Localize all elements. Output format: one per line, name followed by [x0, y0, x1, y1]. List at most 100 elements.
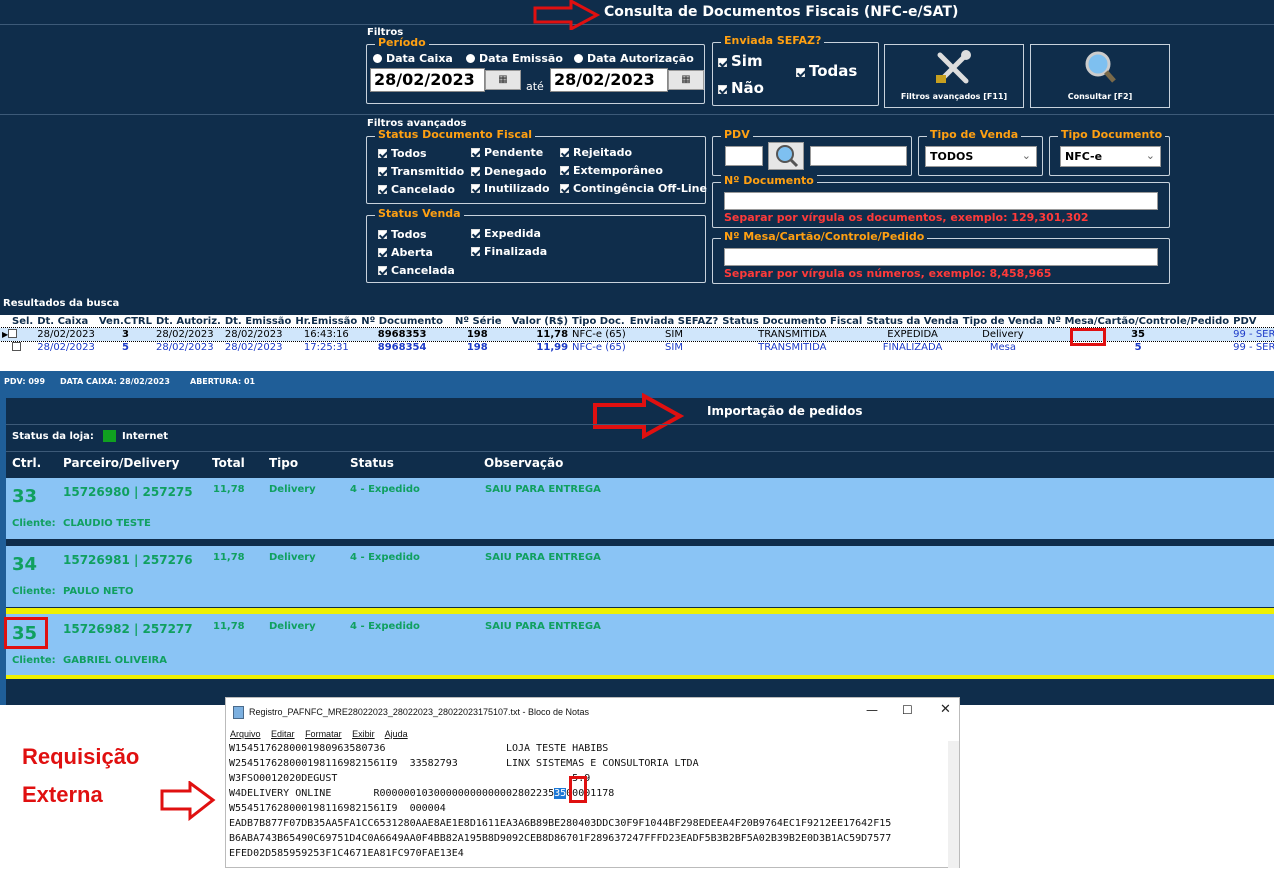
- menu-ajuda[interactable]: Ajuda: [385, 729, 408, 739]
- check-sefaz-sim[interactable]: Sim: [718, 52, 763, 70]
- cell: 28/02/2023: [155, 342, 214, 353]
- advanced-filters-button[interactable]: Filtros avançados [F11]: [884, 44, 1024, 108]
- check-doc-transmitido[interactable]: Transmitido: [378, 165, 464, 178]
- chevron-down-icon: ⌄: [1021, 149, 1031, 162]
- maximize-button[interactable]: ☐: [902, 703, 913, 717]
- cell: 28/02/2023: [37, 329, 95, 340]
- pdv-name-input[interactable]: [810, 146, 907, 166]
- tipo-doc-select[interactable]: NFC-e ⌄: [1060, 146, 1161, 167]
- internet-label: Internet: [122, 431, 169, 442]
- order-card[interactable]: 34 15726981 | 257276 11,78 Delivery 4 - …: [6, 546, 1274, 607]
- col-nr-mesa[interactable]: Nº Mesa/Cartão/Controle/Pedido: [1045, 315, 1231, 328]
- close-icon[interactable]: ✕: [940, 702, 951, 717]
- search-icon: [1085, 51, 1116, 83]
- check-doc-extemporaneo[interactable]: Extemporâneo: [560, 164, 663, 177]
- check-sefaz-nao[interactable]: Não: [718, 79, 764, 97]
- radio-data-autorizacao[interactable]: Data Autorização: [574, 52, 694, 65]
- consult-label: Consultar [F2]: [1067, 92, 1133, 101]
- col-hr-emissao[interactable]: Hr.Emissão: [293, 315, 359, 328]
- calendar-icon[interactable]: ▦: [668, 70, 704, 90]
- date-from-input[interactable]: 28/02/2023: [370, 68, 485, 92]
- client-label: Cliente:: [12, 586, 56, 597]
- tipo-doc-legend: Tipo Documento: [1058, 128, 1166, 141]
- col-dt-caixa[interactable]: Dt. Caixa: [35, 315, 97, 328]
- nr-mesa-input[interactable]: [724, 248, 1158, 266]
- consult-button[interactable]: Consultar [F2]: [1030, 44, 1170, 108]
- row-select[interactable]: [0, 341, 35, 354]
- tipo-venda-select[interactable]: TODOS ⌄: [925, 146, 1037, 167]
- check-doc-inutilizado[interactable]: Inutilizado: [471, 182, 550, 195]
- check-venda-finalizada[interactable]: Finalizada: [471, 245, 547, 258]
- minimize-button[interactable]: —: [866, 703, 878, 717]
- date-to-input[interactable]: 28/02/2023: [550, 68, 668, 92]
- order-card[interactable]: 33 15726980 | 257275 11,78 Delivery 4 - …: [6, 478, 1274, 539]
- col-tipo-venda[interactable]: Tipo de Venda: [961, 315, 1045, 328]
- check-venda-expedida[interactable]: Expedida: [471, 227, 541, 240]
- text-line: EFED02D585959253F1C4671EA81FC970FAE13E4: [229, 848, 464, 859]
- nr-doc-input[interactable]: [724, 192, 1158, 210]
- notepad-title: Registro_PAFNFC_MRE28022023_28022023_280…: [249, 707, 590, 717]
- check-doc-cancelado[interactable]: Cancelado: [378, 183, 455, 196]
- order-card-selected[interactable]: 35 15726982 | 257277 11,78 Delivery 4 - …: [6, 608, 1274, 679]
- radio-data-emissao[interactable]: Data Emissão: [466, 52, 563, 65]
- check-doc-pendente[interactable]: Pendente: [471, 146, 543, 159]
- menu-formatar[interactable]: Formatar: [305, 729, 342, 739]
- ate-label: até: [526, 80, 544, 93]
- table-header-row: Sel. Dt. Caixa Ven.CTRL Dt. Autoriz. Dt.…: [0, 315, 1274, 328]
- order-status: 4 - Expedido: [350, 484, 420, 495]
- col-dt-emissao[interactable]: Dt. Emissão: [223, 315, 294, 328]
- check-venda-aberta[interactable]: Aberta: [378, 246, 433, 259]
- client-name: PAULO NETO: [63, 586, 134, 597]
- menu-editar[interactable]: Editar: [271, 729, 295, 739]
- scrollbar[interactable]: [948, 741, 959, 868]
- red-arrow-icon: [593, 393, 684, 439]
- col-valor[interactable]: Valor (R$): [510, 315, 570, 328]
- col-ven-ctrl[interactable]: Ven.CTRL: [97, 315, 154, 328]
- check-doc-todos[interactable]: Todos: [378, 147, 427, 160]
- cell: 5: [121, 342, 129, 353]
- col-enviada-sefaz[interactable]: Enviada SEFAZ?: [628, 315, 721, 328]
- text-line: W4DELIVERY ONLINE R000000103000000000000…: [229, 788, 615, 799]
- check-venda-todos[interactable]: Todos: [378, 228, 427, 241]
- red-arrow-icon: [533, 0, 601, 30]
- menu-exibir[interactable]: Exibir: [352, 729, 375, 739]
- nr-mesa-legend: Nº Mesa/Cartão/Controle/Pedido: [721, 230, 928, 243]
- calendar-icon[interactable]: ▦: [485, 70, 521, 90]
- results-header: [0, 297, 1274, 315]
- col-status-doc[interactable]: Status Documento Fiscal: [720, 315, 864, 328]
- col-dt-autoriz[interactable]: Dt. Autoriz.: [154, 315, 223, 328]
- check-sefaz-todas[interactable]: Todas: [796, 62, 857, 80]
- notepad-window: Registro_PAFNFC_MRE28022023_28022023_280…: [225, 697, 960, 868]
- col-status-venda[interactable]: Status da Venda: [864, 315, 960, 328]
- pdv-input[interactable]: [725, 146, 763, 166]
- check-doc-contingencia[interactable]: Contingência Off-Line: [560, 182, 707, 195]
- editor-area[interactable]: W1545176280001980963580736 LOJA TESTE HA…: [226, 741, 959, 868]
- cell: 99 - SERVIDOR 01: [1233, 342, 1274, 353]
- text-line: W3FSO0012020DEGUST 5.9: [229, 773, 591, 784]
- text-line: B6ABA743B65490C69751D4C0A6649AA0F4BB82A1…: [229, 833, 892, 844]
- order-total: 11,78: [213, 484, 245, 495]
- client-name: CLAUDIO TESTE: [63, 518, 151, 529]
- advanced-filters-label: Filtros avançados [F11]: [900, 92, 1008, 101]
- pdv-search-button[interactable]: [768, 142, 804, 170]
- text-line: W1545176280001980963580736 LOJA TESTE HA…: [229, 743, 609, 754]
- col-sel[interactable]: Sel.: [0, 315, 35, 328]
- tools-icon: [936, 50, 971, 84]
- internet-status-indicator: [103, 430, 116, 442]
- cell: SIM: [665, 329, 683, 340]
- col-pdv[interactable]: PDV: [1231, 315, 1274, 328]
- status-data: DATA CAIXA: 28/02/2023: [60, 377, 170, 386]
- check-venda-cancelada[interactable]: Cancelada: [378, 264, 455, 277]
- radio-data-caixa[interactable]: Data Caixa: [373, 52, 453, 65]
- col-nr-documento[interactable]: Nº Documento: [359, 315, 445, 328]
- col-nr-serie[interactable]: Nº Série: [445, 315, 510, 328]
- col-tipo-doc[interactable]: Tipo Doc.: [570, 315, 628, 328]
- cell: NFC-e (65): [572, 342, 626, 353]
- row-select[interactable]: ▶: [0, 328, 35, 341]
- check-doc-rejeitado[interactable]: Rejeitado: [560, 146, 632, 159]
- check-doc-denegado[interactable]: Denegado: [471, 165, 547, 178]
- menu-arquivo[interactable]: Arquivo: [230, 729, 261, 739]
- cell: SIM: [665, 342, 683, 353]
- period-legend: Período: [375, 36, 429, 49]
- cell: FINALIZADA: [882, 342, 943, 353]
